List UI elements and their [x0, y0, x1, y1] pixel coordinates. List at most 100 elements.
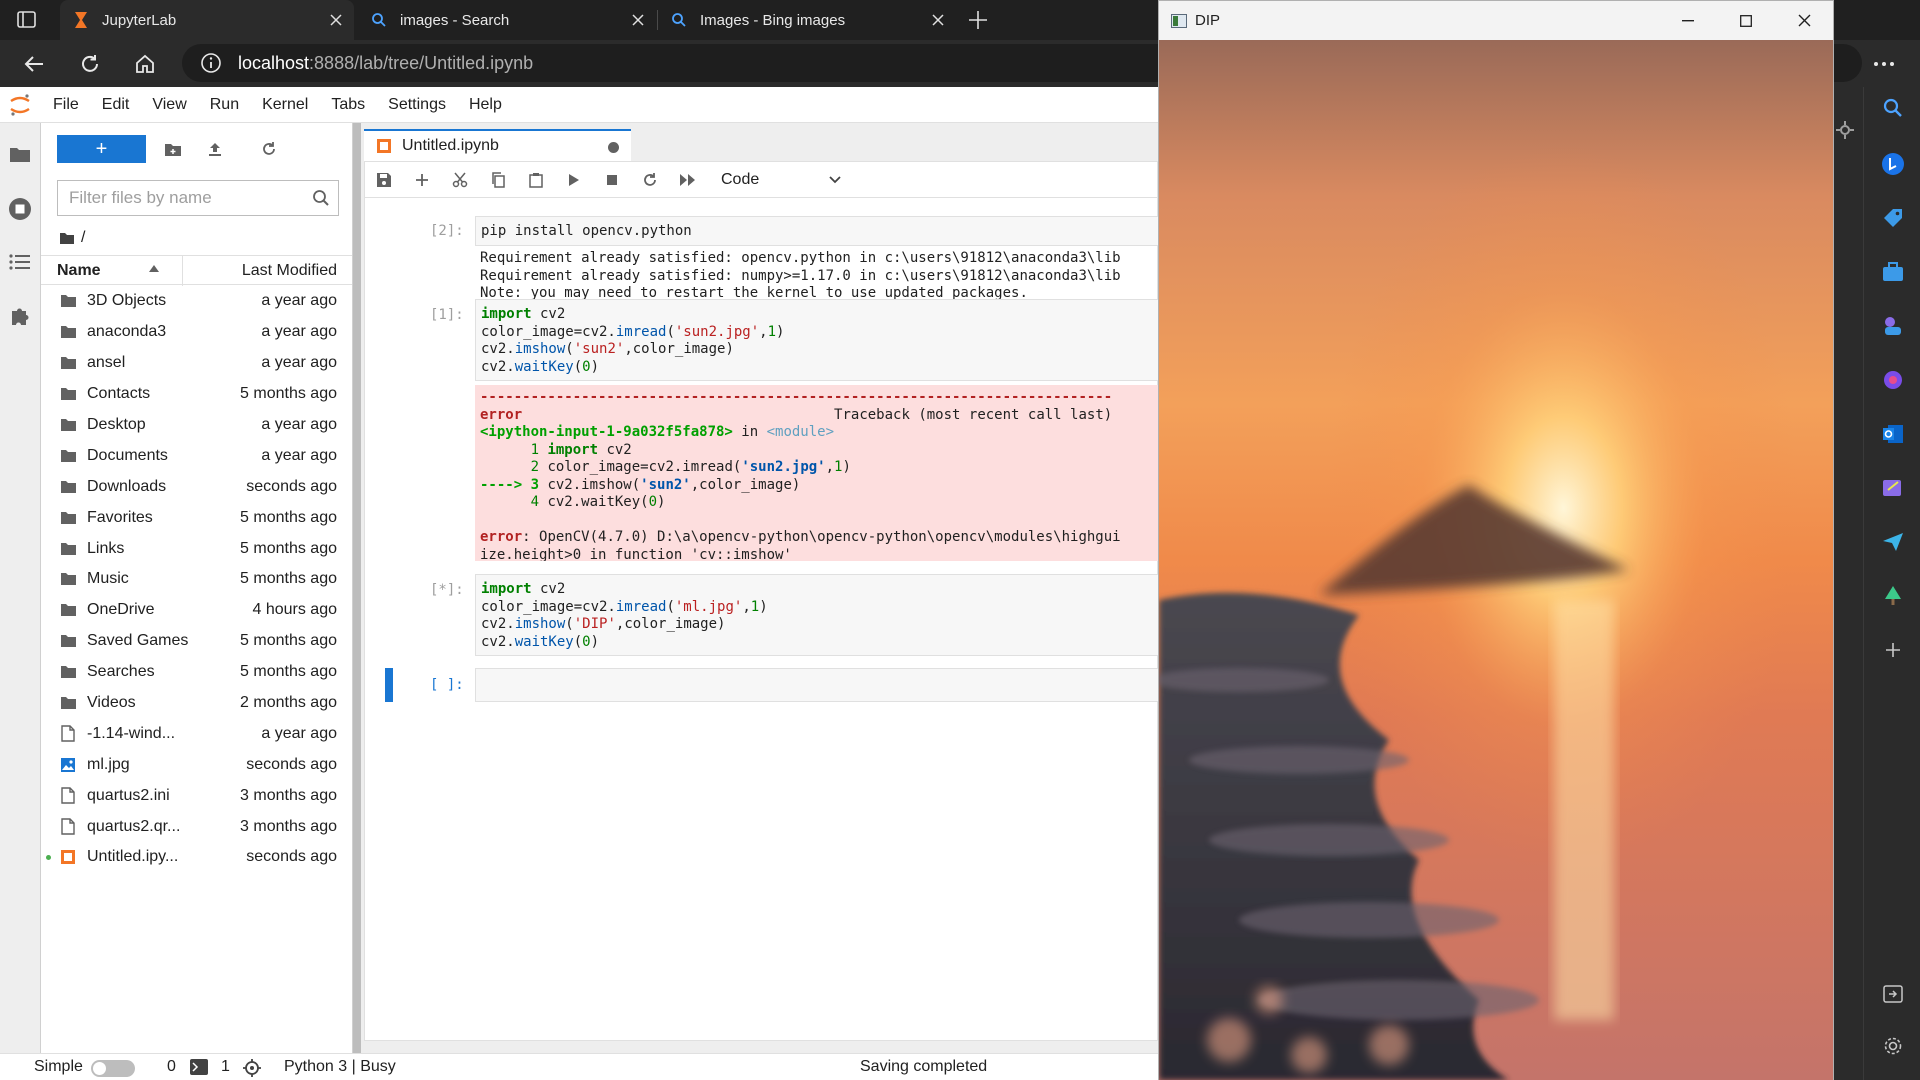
shopping-tag-icon[interactable]	[1878, 203, 1908, 233]
games-icon[interactable]	[1878, 311, 1908, 341]
run-icon[interactable]	[555, 163, 593, 197]
outlook-icon[interactable]	[1878, 419, 1908, 449]
file-list-item[interactable]: ansel a year ago	[41, 348, 352, 379]
file-name: ml.jpg	[87, 755, 130, 773]
search-icon[interactable]	[1878, 93, 1908, 123]
file-name: -1.14-wind...	[87, 724, 176, 742]
new-launcher-button[interactable]: +	[57, 135, 146, 163]
tools-briefcase-icon[interactable]	[1878, 257, 1908, 287]
new-tab-button[interactable]	[966, 8, 990, 32]
column-name[interactable]: Name	[57, 262, 101, 280]
file-list-item[interactable]: Downloads seconds ago	[41, 471, 352, 502]
file-name: Saved Games	[87, 632, 189, 650]
menu-file[interactable]: File	[40, 96, 89, 114]
sidebar-panel-icon[interactable]	[1878, 979, 1908, 1009]
breadcrumb[interactable]: /	[59, 229, 85, 247]
file-list-item[interactable]: Desktop a year ago	[41, 410, 352, 441]
unsaved-indicator-icon[interactable]	[608, 142, 619, 153]
file-list-item[interactable]: OneDrive 4 hours ago	[41, 595, 352, 626]
cell-input[interactable]: pip install opencv.python	[475, 216, 1159, 246]
file-list-item[interactable]: -1.14-wind... a year ago	[41, 718, 352, 749]
file-list-item[interactable]: Saved Games 5 months ago	[41, 626, 352, 657]
search-icon	[670, 11, 688, 29]
error-divider: ----------------------------------------…	[480, 389, 1113, 405]
file-list-item[interactable]: Music 5 months ago	[41, 564, 352, 595]
notebook-tab[interactable]: Untitled.ipynb	[364, 129, 631, 161]
restart-kernel-icon[interactable]	[631, 163, 669, 197]
extensions-icon[interactable]	[7, 303, 33, 329]
file-list-item[interactable]: Searches 5 months ago	[41, 657, 352, 688]
file-list-item[interactable]: Documents a year ago	[41, 440, 352, 471]
simple-mode-toggle[interactable]	[91, 1060, 135, 1077]
refresh-button[interactable]	[72, 46, 108, 82]
menu-run[interactable]: Run	[197, 96, 249, 114]
gear-icon[interactable]	[1878, 1031, 1908, 1061]
cell-type-dropdown[interactable]: Code	[721, 171, 841, 189]
terminal-icon[interactable]	[190, 1059, 208, 1075]
menu-tabs[interactable]: Tabs	[318, 96, 375, 114]
copy-icon[interactable]	[479, 163, 517, 197]
file-list-item[interactable]: ml.jpg seconds ago	[41, 749, 352, 780]
bing-copilot-icon[interactable]	[1878, 149, 1908, 179]
close-icon[interactable]	[626, 8, 650, 32]
drop-icon[interactable]	[1878, 473, 1908, 503]
menu-help[interactable]: Help	[456, 96, 512, 114]
save-icon[interactable]	[365, 163, 403, 197]
more-options-icon[interactable]	[1866, 46, 1902, 82]
folder-icon[interactable]	[7, 141, 33, 167]
menu-settings[interactable]: Settings	[375, 96, 456, 114]
running-kernels-icon[interactable]	[7, 196, 33, 222]
dip-window-titlebar[interactable]: DIP	[1159, 1, 1833, 40]
file-list-item[interactable]: quartus2.qr... 3 months ago	[41, 811, 352, 842]
browser-tab-jupyterlab[interactable]: JupyterLab	[60, 0, 354, 40]
close-icon[interactable]	[926, 8, 950, 32]
tab-actions-icon[interactable]	[16, 10, 38, 30]
file-list-item[interactable]: Videos 2 months ago	[41, 688, 352, 719]
kernel-status[interactable]: Python 3 | Busy	[284, 1058, 396, 1076]
file-list-item[interactable]: Links 5 months ago	[41, 533, 352, 564]
settings-icon[interactable]	[1834, 119, 1856, 141]
add-icon[interactable]	[1878, 635, 1908, 665]
close-button[interactable]	[1775, 1, 1833, 40]
close-icon[interactable]	[324, 8, 348, 32]
file-list-item[interactable]: Untitled.ipy... seconds ago	[41, 842, 352, 873]
stop-icon[interactable]	[593, 163, 631, 197]
file-list-item[interactable]: quartus2.ini 3 months ago	[41, 780, 352, 811]
cell-input[interactable]	[475, 668, 1159, 702]
column-last-modified[interactable]: Last Modified	[242, 262, 337, 280]
paste-icon[interactable]	[517, 163, 555, 197]
minimize-button[interactable]	[1659, 1, 1717, 40]
add-cell-icon[interactable]	[403, 163, 441, 197]
info-icon[interactable]	[200, 52, 222, 74]
maximize-button[interactable]	[1717, 1, 1775, 40]
file-list-item[interactable]: anaconda3 a year ago	[41, 317, 352, 348]
menu-edit[interactable]: Edit	[89, 96, 140, 114]
cell-input[interactable]: import cv2 color_image=cv2.imread('ml.jp…	[475, 574, 1159, 656]
back-button[interactable]	[16, 46, 52, 82]
file-list-item[interactable]: Favorites 5 months ago	[41, 502, 352, 533]
table-of-contents-icon[interactable]	[7, 249, 33, 275]
microsoft-365-icon[interactable]	[1878, 365, 1908, 395]
menu-view[interactable]: View	[139, 96, 196, 114]
file-list-item[interactable]: 3D Objects a year ago	[41, 286, 352, 317]
browser-tab-bing-images[interactable]: Images - Bing images	[658, 0, 956, 40]
upload-icon[interactable]	[201, 135, 229, 163]
restart-run-all-icon[interactable]	[669, 163, 707, 197]
send-icon[interactable]	[1878, 527, 1908, 557]
browser-tab-images-search[interactable]: images - Search	[358, 0, 656, 40]
refresh-icon[interactable]	[255, 135, 283, 163]
kernel-icon[interactable]	[243, 1059, 261, 1077]
filter-files-input[interactable]: Filter files by name	[57, 180, 339, 216]
sort-ascending-icon[interactable]	[149, 265, 159, 272]
tree-icon[interactable]	[1878, 581, 1908, 611]
menu-kernel[interactable]: Kernel	[249, 96, 318, 114]
file-list-item[interactable]: Contacts 5 months ago	[41, 379, 352, 410]
panel-splitter[interactable]	[353, 123, 361, 1053]
folder-icon	[59, 509, 77, 527]
cell-input[interactable]: import cv2 color_image=cv2.imread('sun2.…	[475, 299, 1159, 381]
new-folder-icon[interactable]	[159, 135, 187, 163]
code-token: cv2.	[481, 616, 515, 632]
cut-icon[interactable]	[441, 163, 479, 197]
code-token: 1	[767, 323, 777, 340]
home-button[interactable]	[127, 46, 163, 82]
